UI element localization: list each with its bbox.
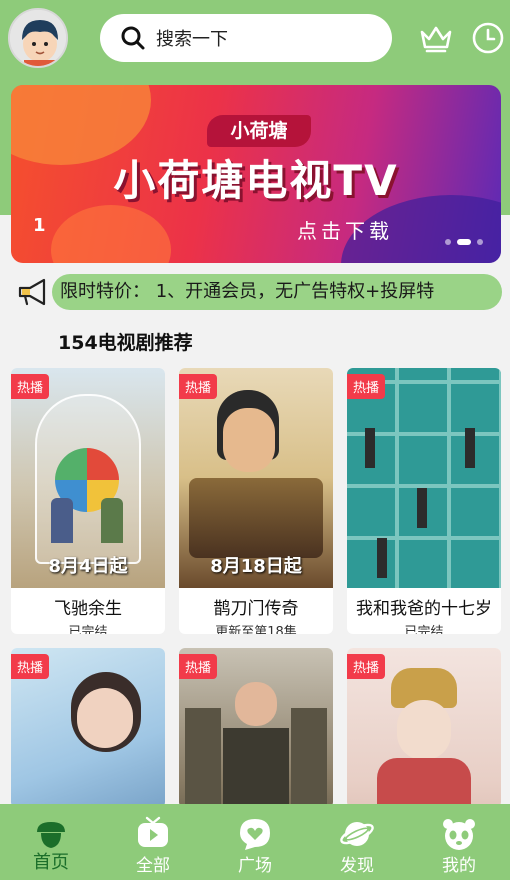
nav-label: 我的 — [442, 856, 476, 876]
poster-figure — [465, 428, 475, 468]
tv-icon — [138, 816, 168, 847]
planet-icon — [340, 822, 374, 846]
nav-all[interactable]: 全部 — [102, 804, 204, 880]
chat-heart-icon — [240, 819, 270, 850]
section-title: 154电视剧推荐 — [58, 332, 193, 354]
show-card[interactable]: 热播 — [11, 648, 165, 808]
show-card[interactable]: 热播 — [347, 648, 501, 808]
hot-badge: 热播 — [11, 654, 50, 679]
show-poster: 热播 — [179, 648, 333, 808]
banner-decor — [51, 205, 171, 263]
avatar[interactable] — [8, 8, 68, 68]
poster-figure-face — [397, 700, 451, 760]
poster-figure-face — [77, 688, 133, 748]
poster-crowd — [189, 478, 323, 558]
banner-index: 1 — [33, 215, 46, 236]
notice-marquee[interactable]: 限时特价： 1、开通会员，无广告特权+投屏特 — [52, 274, 502, 310]
show-card[interactable]: 8月4日起 热播 飞驰余生 已完结 — [11, 368, 165, 634]
poster-date: 8月4日起 — [48, 556, 128, 577]
carousel-indicator — [445, 239, 483, 245]
show-status: 已完结 — [68, 625, 108, 634]
poster-date: 8月18日起 — [210, 556, 302, 577]
show-card[interactable]: 热播 — [179, 648, 333, 808]
poster-figure — [291, 708, 327, 808]
show-status: 更新至第18集 — [215, 625, 297, 634]
poster-figure — [185, 708, 221, 808]
poster-figure-face — [235, 682, 277, 726]
show-poster: 热播 — [11, 648, 165, 808]
nav-label: 全部 — [136, 856, 170, 876]
banner-brand: 小荷塘 — [207, 115, 311, 147]
history-clock-icon[interactable] — [470, 20, 506, 56]
nav-label: 广场 — [238, 856, 272, 876]
show-poster: 8月18日起 热播 — [179, 368, 333, 588]
search-icon — [121, 26, 145, 50]
bottom-nav: 首页 全部 广场 发现 我的 — [0, 804, 510, 880]
banner-title: 小荷塘电视TV — [113, 156, 399, 205]
nav-plaza[interactable]: 广场 — [204, 804, 306, 880]
show-card[interactable]: 热播 我和我爸的十七岁 已完结 — [347, 368, 501, 634]
show-poster: 8月4日起 热播 — [11, 368, 165, 588]
poster-figure-body — [377, 758, 471, 808]
poster-figure — [101, 498, 123, 543]
show-status: 已完结 — [404, 625, 444, 634]
hot-badge: 热播 — [179, 654, 218, 679]
show-card[interactable]: 8月18日起 热播 鹊刀门传奇 更新至第18集 — [179, 368, 333, 634]
promo-banner[interactable]: 小荷塘 小荷塘电视TV 点击下载 1 — [11, 85, 501, 263]
nav-discover[interactable]: 发现 — [306, 804, 408, 880]
show-title: 飞驰余生 — [54, 599, 122, 619]
acorn-icon — [37, 822, 65, 848]
poster-figure — [365, 428, 375, 468]
hot-badge: 热播 — [347, 374, 386, 399]
notice-row[interactable]: 限时特价： 1、开通会员，无广告特权+投屏特 — [16, 274, 502, 310]
show-poster: 热播 — [347, 368, 501, 588]
notice-text: 限时特价： 1、开通会员，无广告特权+投屏特 — [60, 281, 435, 302]
search-bar[interactable]: 搜索一下 — [100, 14, 392, 62]
poster-figure-face — [223, 408, 275, 472]
search-placeholder: 搜索一下 — [156, 29, 228, 50]
show-poster: 热播 — [347, 648, 501, 808]
nav-home[interactable]: 首页 — [0, 804, 102, 880]
poster-figure-body — [223, 728, 289, 808]
panda-icon — [443, 819, 475, 850]
show-title: 我和我爸的十七岁 — [356, 599, 492, 619]
poster-grid-pattern — [347, 368, 501, 588]
poster-figure — [51, 498, 73, 543]
banner-download-text: 点击下载 — [297, 219, 393, 243]
nav-mine[interactable]: 我的 — [408, 804, 510, 880]
nav-label: 发现 — [340, 856, 374, 876]
carousel-dot-active — [457, 239, 471, 245]
megaphone-icon — [18, 278, 46, 306]
show-title: 鹊刀门传奇 — [213, 599, 299, 619]
poster-figure — [377, 538, 387, 578]
nav-label: 首页 — [33, 852, 69, 873]
hot-badge: 热播 — [11, 374, 50, 399]
hot-badge: 热播 — [347, 654, 386, 679]
hot-badge: 热播 — [179, 374, 218, 399]
carousel-dot — [477, 239, 483, 245]
carousel-dot — [445, 239, 451, 245]
crown-icon[interactable] — [418, 20, 454, 56]
poster-figure — [417, 488, 427, 528]
